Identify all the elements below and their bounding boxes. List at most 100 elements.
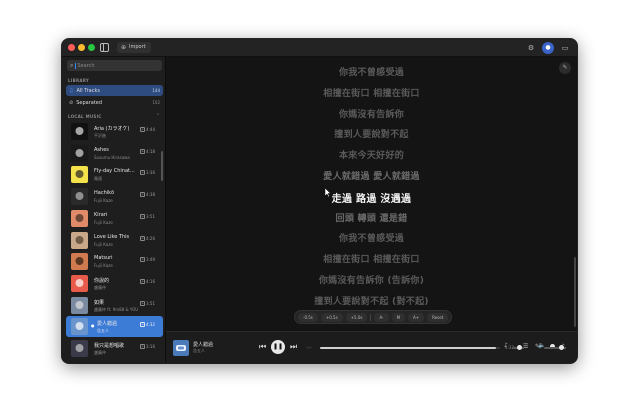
album-art-icon (71, 144, 88, 162)
sidebar-toggle-icon[interactable] (100, 43, 109, 52)
import-icon: ⊕ (121, 44, 127, 51)
font-medium-button[interactable]: M (391, 312, 406, 322)
playing-indicator-icon: ● (91, 323, 95, 329)
track-duration: 3:49 (146, 257, 155, 263)
now-playing-artist: 告五人 (193, 348, 205, 353)
lyric-line[interactable]: 撞到人要說對不起 (166, 127, 577, 140)
toolbar-divider (370, 313, 372, 321)
offset-plus-5-button[interactable]: +5.0s (345, 312, 368, 322)
now-playing-title: 愛人錯過 (193, 342, 214, 348)
lyric-line[interactable]: 愛人就錯過 愛人就錯過 (166, 169, 577, 182)
separated-badge-icon: e (140, 344, 145, 349)
offset-minus-0-5-button[interactable]: -0.5s (298, 312, 318, 322)
track-title: 我只是想唱歌 (94, 343, 125, 349)
separated-badge-icon: e (140, 213, 145, 219)
album-art-icon (71, 188, 88, 206)
track-duration: 3:51 (146, 213, 155, 219)
library-item-label: Separated (76, 99, 103, 106)
track-title: Matsuri (94, 255, 113, 262)
lyric-line[interactable]: 相撞在街口 相撞在街口 (166, 86, 577, 99)
album-art-icon (71, 166, 88, 184)
lyric-offset-toolbar: -0.5s +0.5s +5.0s A- M A+ Reset (294, 310, 453, 324)
track-duration: 3:51 (146, 300, 155, 306)
track-title: 你說的 (94, 277, 110, 284)
album-art-icon (71, 209, 88, 227)
sidebar-scrollbar[interactable] (161, 151, 163, 181)
track-row[interactable]: Kirari Fujii Kaze e 3:51 (66, 208, 163, 229)
track-artist: 平沢進 (94, 133, 106, 138)
track-row[interactable]: Matsuri Fujii Kaze e 3:49 (66, 251, 163, 272)
lyric-line[interactable]: 回頭 轉頭 還是錯 (166, 211, 577, 224)
minimize-window-button[interactable] (78, 44, 85, 51)
gear-icon[interactable]: ⚙ (525, 42, 537, 54)
library-item-all-tracks[interactable]: ♫ All Tracks 144 (66, 85, 163, 96)
separated-badge-icon: e (140, 170, 145, 176)
lyric-line[interactable]: 你媽沒有告訴你 (告訴你) (166, 273, 577, 286)
album-art-icon (71, 253, 88, 271)
vocal-volume-knob[interactable] (516, 345, 522, 350)
current-lyric-line[interactable]: 走過 路過 沒遇過 (166, 190, 577, 205)
track-title: 愛人錯過 (97, 321, 118, 328)
zoom-window-button[interactable] (88, 44, 95, 51)
track-duration: 3:36 (146, 170, 155, 176)
track-duration: 3:16 (146, 344, 155, 349)
track-duration: 4:44 (146, 127, 155, 132)
title-bar: ⊕ Import ⚙ ● ▭ (62, 39, 577, 57)
track-row[interactable]: 如果盧廣仲 ft. 9m88 & YOUNG1000e3:51 (66, 295, 163, 316)
track-artist: Susumu Hirasawa (94, 154, 130, 160)
pause-button[interactable]: ❚❚ (271, 340, 285, 354)
progress-slider[interactable] (320, 347, 500, 349)
track-artist: Fujii Kaze (94, 263, 113, 269)
track-row[interactable]: 你說的 盧廣仲 e 4:16 (66, 273, 163, 294)
chevron-up-icon[interactable]: ⌃ (156, 113, 160, 119)
track-title: Fly-day Chinat... (94, 168, 135, 175)
previous-track-icon[interactable]: ⏮ (259, 342, 266, 352)
track-artist: 雅邁 (94, 176, 102, 182)
import-label: Import (129, 44, 146, 50)
lyric-line[interactable]: 本來今天好好的 (166, 148, 577, 161)
track-row[interactable]: Love Like This Fujii Kaze e 4:26 (66, 230, 163, 251)
track-title: Hachikō (94, 190, 115, 197)
lyric-line[interactable]: 你我不曾感受過 (166, 65, 577, 78)
reset-button[interactable]: Reset (427, 312, 449, 322)
track-duration: 4:18 (146, 148, 155, 154)
separated-badge-icon: e (140, 278, 145, 284)
lyric-line[interactable]: 撞到人要說對不起 (對不起) (166, 294, 577, 307)
lyrics-scrollbar[interactable] (574, 257, 576, 327)
offset-plus-0-5-button[interactable]: +0.5s (320, 312, 343, 322)
import-button[interactable]: ⊕ Import (117, 42, 151, 53)
lyric-line[interactable]: 你媽沒有告訴你 (166, 107, 577, 120)
track-row[interactable]: Ashes Susumu Hirasawa e 4:18 (66, 143, 163, 164)
pencil-icon[interactable]: ✎ (559, 62, 571, 74)
sidebar: ⌕ LIBRARY ♫ All Tracks 144 ⊘ Separated 1… (62, 57, 166, 363)
track-title: Aria (カラオケ) (94, 126, 130, 132)
user-icon[interactable]: ● (542, 42, 554, 54)
library-item-separated[interactable]: ⊘ Separated 102 (66, 97, 163, 108)
lyric-line[interactable]: 你我不曾感受過 (166, 231, 577, 244)
search-input[interactable] (75, 62, 156, 69)
separated-badge-icon: e (140, 300, 145, 306)
font-smaller-button[interactable]: A- (374, 312, 389, 322)
next-track-icon[interactable]: ⏭ (290, 342, 297, 352)
track-row[interactable]: ● 愛人錯過 告五人 e 4:32 (66, 316, 163, 338)
track-row[interactable]: Fly-day Chinat... 雅邁 e 3:36 (66, 164, 163, 185)
album-art-icon (71, 340, 88, 357)
display-icon[interactable]: ▭ (559, 42, 571, 54)
elapsed-time: -:-- (306, 345, 312, 350)
track-row[interactable]: Aria (カラオケ) 平沢進 e 4:44 (66, 121, 163, 142)
lyrics-panel: 你我不曾感受過 相撞在街口 相撞在街口 你媽沒有告訴你 撞到人要說對不起 本來今天好好的… (166, 57, 577, 331)
track-duration: 4:32 (146, 322, 155, 328)
track-artist: 告五人 (97, 328, 109, 334)
now-playing-artwork (173, 340, 189, 356)
close-window-button[interactable] (68, 44, 75, 51)
search-box[interactable]: ⌕ (67, 60, 162, 71)
search-icon: ⌕ (70, 61, 74, 69)
speaker-icon: 🔈 (538, 342, 546, 349)
font-larger-button[interactable]: A+ (408, 312, 425, 322)
volume-knob[interactable] (558, 345, 564, 350)
track-artist: Fujii Kaze (94, 198, 113, 204)
lyric-line[interactable]: 相撞在街口 相撞在街口 (166, 252, 577, 265)
library-section-label: LIBRARY (68, 78, 90, 83)
track-row[interactable]: 我只是想唱歌 盧廣仲 e 3:16 (66, 338, 163, 359)
track-row[interactable]: Hachikō Fujii Kaze e 4:38 (66, 186, 163, 207)
